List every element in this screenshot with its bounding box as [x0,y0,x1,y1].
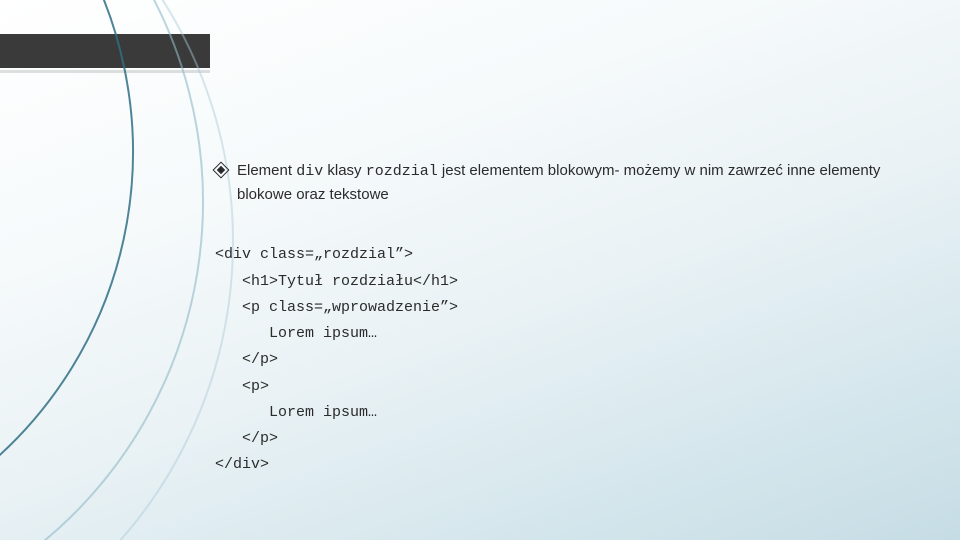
diamond-bullet-icon [215,164,227,176]
bullet-text: Element div klasy rozdzial jest elemente… [237,160,920,206]
code-line: <p> [215,378,269,395]
inline-code: rozdzial [366,163,438,180]
title-bar [0,34,210,68]
code-line: Lorem ipsum… [215,404,377,421]
slide: Element div klasy rozdzial jest elemente… [0,0,960,540]
swoosh-arc [0,0,199,540]
title-bar-underline [0,70,210,73]
text-fragment: klasy [323,162,366,179]
bullet-item: Element div klasy rozdzial jest elemente… [215,160,920,206]
code-line: </p> [215,351,278,368]
code-line: Lorem ipsum… [215,325,377,342]
code-line: <h1>Tytuł rozdziału</h1> [215,273,458,290]
code-line: </p> [215,430,278,447]
text-fragment: Element [237,162,296,179]
content-area: Element div klasy rozdzial jest elemente… [215,160,920,479]
code-line: </div> [215,456,269,473]
code-block: <div class=„rozdzial”> <h1>Tytuł rozdzia… [215,216,920,479]
code-line: <div class=„rozdzial”> [215,246,413,263]
code-line: <p class=„wprowadzenie”> [215,299,458,316]
inline-code: div [296,163,323,180]
